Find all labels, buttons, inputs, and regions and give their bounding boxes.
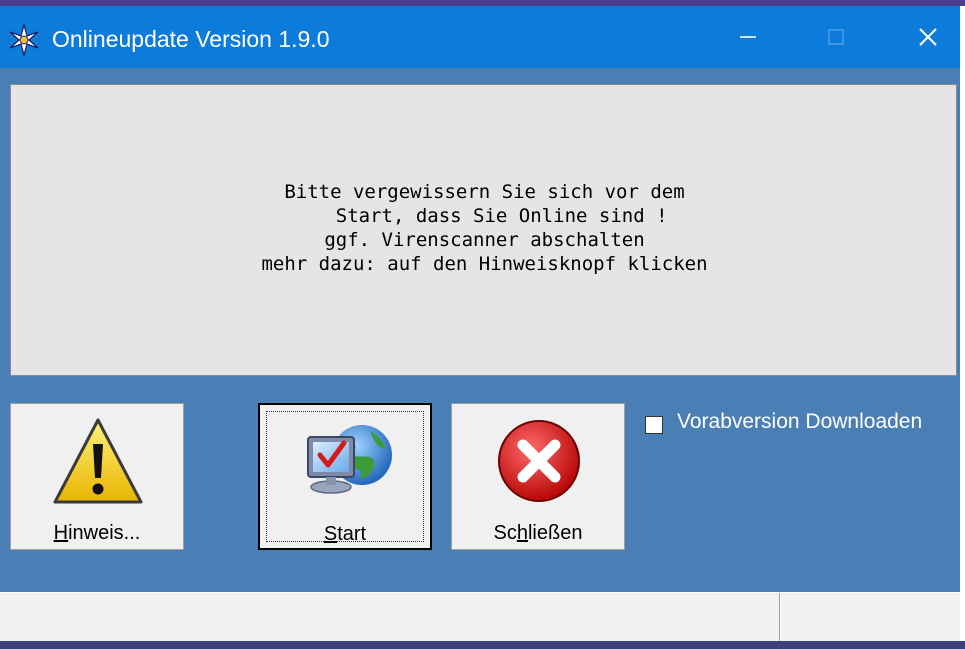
onlineupdate-window: Onlineupdate Version 1.9.0 Bitte vergewi… xyxy=(0,6,960,642)
start-button[interactable]: Start xyxy=(258,403,432,550)
outer-frame-bottom xyxy=(0,641,965,649)
message-line-1: Bitte vergewissern Sie sich vor dem xyxy=(284,181,685,203)
error-x-icon xyxy=(498,420,580,502)
hinweis-button[interactable]: Hinweis... xyxy=(10,403,184,550)
close-icon xyxy=(919,28,937,46)
globe-monitor-icon xyxy=(307,425,392,494)
start-label: Start xyxy=(323,523,367,545)
warning-icon xyxy=(53,418,143,504)
schliessen-button[interactable]: Schließen xyxy=(451,403,625,550)
window-title: Onlineupdate Version 1.9.0 xyxy=(52,26,330,52)
minimize-button[interactable] xyxy=(718,6,778,68)
app-star-icon xyxy=(9,24,39,56)
message-line-2: Start, dass Sie Online sind ! xyxy=(301,205,668,227)
close-button[interactable] xyxy=(898,6,958,68)
prerelease-checkbox[interactable] xyxy=(645,416,663,434)
message-line-3: ggf. Virenscanner abschalten xyxy=(324,229,645,251)
minimize-icon xyxy=(740,36,756,38)
status-divider-highlight xyxy=(780,593,781,642)
status-bar xyxy=(0,592,960,642)
hinweis-label: Hinweis... xyxy=(53,522,141,544)
message-line-4: mehr dazu: auf den Hinweisknopf klicken xyxy=(261,253,708,275)
maximize-icon xyxy=(828,29,844,45)
message-panel: Bitte vergewissern Sie sich vor dem Star… xyxy=(10,84,957,376)
maximize-button[interactable] xyxy=(806,6,866,68)
prerelease-label[interactable]: Vorabversion Downloaden xyxy=(677,410,922,434)
title-bar[interactable]: Onlineupdate Version 1.9.0 xyxy=(0,6,960,68)
schliessen-label: Schließen xyxy=(493,522,583,544)
